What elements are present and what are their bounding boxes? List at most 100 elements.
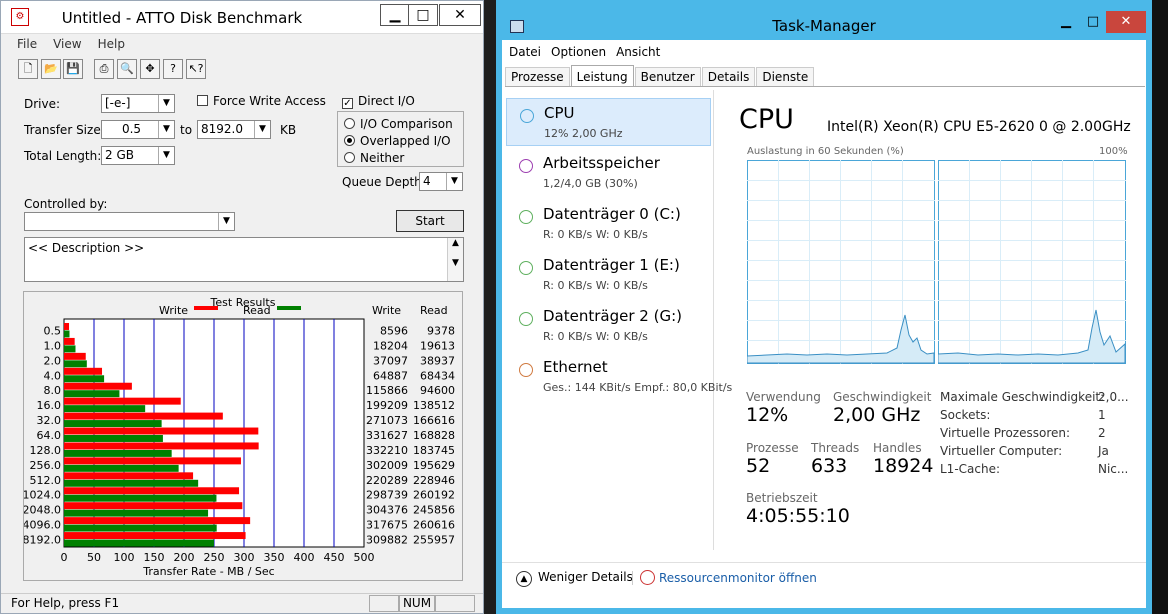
sidebar-item-cpu[interactable]: CPU 12% 2,00 GHz — [506, 98, 711, 146]
cpu-details-list: Maximale Geschwindigkeit: 2,0... Sockets:… — [940, 390, 1150, 480]
chevron-down-icon: ▼ — [158, 147, 174, 164]
read-value: 68434 — [420, 369, 455, 382]
menu-ansicht[interactable]: Ansicht — [616, 45, 660, 59]
close-button[interactable]: ✕ — [1106, 11, 1146, 33]
x-tick-label: 0 — [61, 551, 68, 564]
total-length-select[interactable]: 2 GB ▼ — [101, 146, 175, 165]
menu-help[interactable]: Help — [98, 37, 125, 51]
menu-view[interactable]: View — [53, 37, 81, 51]
category-label: 0.5 — [44, 324, 62, 337]
context-help-icon[interactable]: ↖? — [186, 59, 206, 79]
stat-label: Betriebszeit — [746, 491, 818, 505]
drive-select[interactable]: [-e-] ▼ — [101, 94, 175, 113]
start-button[interactable]: Start — [396, 210, 464, 232]
write-value: 332210 — [366, 444, 408, 457]
status-text: For Help, press F1 — [11, 596, 120, 610]
tab-benutzer[interactable]: Benutzer — [634, 67, 701, 86]
io-mode-group: I/O Comparison Overlapped I/O Neither — [337, 111, 464, 167]
x-axis-title: Transfer Rate - MB / Sec — [142, 565, 274, 578]
write-value: 317675 — [366, 519, 408, 532]
write-value: 37097 — [373, 354, 408, 367]
tab-dienste[interactable]: Dienste — [756, 67, 815, 86]
legend-write-label: Write — [159, 304, 188, 317]
chevron-down-icon: ▼ — [446, 173, 462, 190]
controlled-by-select[interactable]: ▼ — [24, 212, 235, 231]
open-icon[interactable]: 📂 — [41, 59, 61, 79]
detail-key: L1-Cache: — [940, 462, 1001, 476]
read-value: 255957 — [413, 534, 455, 547]
detail-row: L1-Cache: Nic... — [940, 462, 1150, 480]
read-bar — [64, 464, 179, 472]
read-bar — [64, 390, 120, 398]
io-comparison-label: I/O Comparison — [360, 117, 453, 131]
sidebar-item-label: Datenträger 2 (G:) — [543, 307, 682, 325]
write-bar — [64, 382, 132, 390]
category-label: 8.0 — [44, 384, 62, 397]
x-tick-label: 150 — [144, 551, 165, 564]
neither-radio[interactable]: Neither — [344, 151, 404, 165]
sidebar-item-sub: R: 0 KB/s W: 0 KB/s — [543, 330, 648, 343]
sidebar-item-disk-0[interactable]: Datenträger 0 (C:) R: 0 KB/s W: 0 KB/s — [506, 200, 711, 248]
stat-label: Handles — [873, 441, 922, 455]
disk-circle-icon — [519, 312, 533, 326]
minimize-button[interactable]: ▁ — [380, 4, 410, 26]
save-icon[interactable]: 💾 — [63, 59, 83, 79]
sidebar-item-disk-1[interactable]: Datenträger 1 (E:) R: 0 KB/s W: 0 KB/s — [506, 251, 711, 299]
tab-prozesse[interactable]: Prozesse — [505, 67, 570, 86]
stat-label: Prozesse — [746, 441, 799, 455]
tm-title-bar[interactable]: Task-Manager ▁ □ ✕ — [502, 0, 1146, 40]
force-write-checkbox[interactable]: Force Write Access — [197, 94, 326, 108]
atto-window: ⚙ Untitled - ATTO Disk Benchmark ▁ □ ✕ F… — [0, 0, 484, 614]
sidebar-item-label: Arbeitsspeicher — [543, 154, 660, 172]
description-scrollbar[interactable]: ▲ ▼ — [447, 238, 463, 281]
sidebar-item-ethernet[interactable]: Ethernet Ges.: 144 KBit/s Empf.: 80,0 KBi… — [506, 353, 732, 401]
menu-file[interactable]: File — [17, 37, 37, 51]
io-comparison-radio[interactable]: I/O Comparison — [344, 117, 453, 131]
read-bar — [64, 420, 162, 428]
direct-io-checkbox[interactable]: ✓ Direct I/O — [342, 94, 415, 109]
queue-depth-label: Queue Depth: — [342, 175, 426, 189]
overlapped-io-radio[interactable]: Overlapped I/O — [344, 134, 451, 148]
category-label: 8192.0 — [24, 534, 61, 547]
tm-menu-bar: Datei Optionen Ansicht — [509, 45, 660, 59]
stat-handles: Handles 18924 — [873, 441, 933, 477]
transfer-from-select[interactable]: 0.5 ▼ — [101, 120, 175, 139]
print-preview-icon[interactable]: 🔍 — [117, 59, 137, 79]
atto-title-bar[interactable]: ⚙ Untitled - ATTO Disk Benchmark ▁ □ ✕ — [1, 1, 483, 34]
move-icon[interactable]: ✥ — [140, 59, 160, 79]
tab-details[interactable]: Details — [701, 67, 756, 86]
write-bar — [64, 502, 243, 510]
sidebar-item-memory[interactable]: Arbeitsspeicher 1,2/4,0 GB (30%) — [506, 149, 711, 197]
minimize-button[interactable]: ▁ — [1052, 11, 1080, 33]
new-icon[interactable]: 🗋 — [18, 59, 38, 79]
resource-monitor-link[interactable]: Ressourcenmonitor öffnen — [640, 570, 817, 585]
category-label: 32.0 — [37, 414, 62, 427]
description-textarea[interactable]: << Description >> ▲ ▼ — [24, 237, 464, 282]
queue-depth-select[interactable]: 4 ▼ — [419, 172, 463, 191]
stat-value: 4:05:55:10 — [746, 505, 850, 527]
tab-leistung[interactable]: Leistung — [570, 65, 634, 86]
read-bar — [64, 494, 217, 502]
transfer-to-select[interactable]: 8192.0 ▼ — [197, 120, 271, 139]
sidebar-item-label: Datenträger 0 (C:) — [543, 205, 681, 223]
maximize-button[interactable]: □ — [1079, 11, 1107, 33]
maximize-button[interactable]: □ — [408, 4, 438, 26]
write-bar — [64, 472, 194, 480]
write-value: 331627 — [366, 429, 408, 442]
menu-optionen[interactable]: Optionen — [551, 45, 606, 59]
close-button[interactable]: ✕ — [439, 4, 481, 26]
total-length-label: Total Length: — [24, 149, 102, 163]
fewer-details-button[interactable]: ▲ Weniger Details — [516, 570, 633, 587]
sidebar-item-disk-2[interactable]: Datenträger 2 (G:) R: 0 KB/s W: 0 KB/s — [506, 302, 711, 350]
read-bar — [64, 539, 214, 547]
stat-value: 633 — [811, 455, 848, 477]
status-pane — [435, 595, 475, 612]
sidebar-item-label: Ethernet — [543, 358, 608, 376]
print-icon[interactable]: ⎙ — [94, 59, 114, 79]
cpu-heading: CPU — [739, 104, 794, 135]
category-label: 1.0 — [44, 339, 62, 352]
cpu-graph-core-1 — [938, 160, 1126, 364]
transfer-to-value: 8192.0 — [201, 122, 243, 136]
help-icon[interactable]: ? — [163, 59, 183, 79]
menu-datei[interactable]: Datei — [509, 45, 541, 59]
